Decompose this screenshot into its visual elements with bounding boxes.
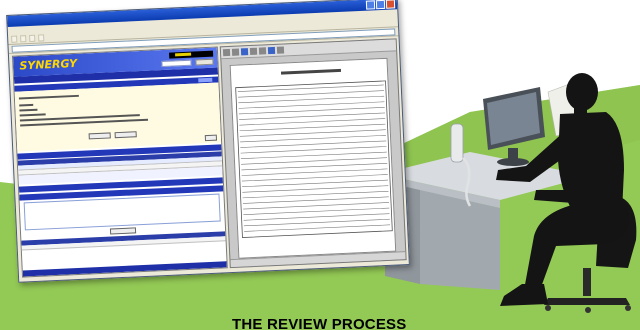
close-icon[interactable] (385, 0, 396, 9)
pdf-form-lines (235, 68, 393, 238)
form-line (238, 95, 385, 104)
form-line (241, 157, 388, 165)
pdf-viewer-pane (219, 38, 407, 269)
hand-icon[interactable] (249, 47, 258, 55)
header-search-input[interactable] (161, 59, 192, 68)
app-status-bar (22, 261, 227, 277)
form-line (242, 190, 389, 199)
synergy-app-pane: SYNERGY (11, 46, 228, 278)
form-line (239, 129, 386, 137)
form-line (237, 84, 384, 92)
header-search-button[interactable] (195, 58, 214, 66)
form-line (240, 135, 386, 143)
form-line (239, 112, 385, 120)
form-line (240, 146, 387, 154)
form-line (238, 90, 384, 98)
form-line (243, 207, 390, 215)
browser-window: SYNERGY (6, 0, 410, 283)
add-comment-button[interactable] (109, 227, 137, 235)
form-line (238, 107, 385, 115)
form-line (244, 224, 391, 232)
form-line (239, 118, 386, 126)
form-line (240, 151, 387, 160)
form-line (239, 123, 386, 132)
form-line (238, 101, 385, 109)
section-heading: THE REVIEW PROCESS (232, 316, 407, 330)
next-button[interactable] (204, 134, 218, 142)
illustration: SYNERGY THE REVIEW PROCESS (0, 0, 640, 330)
application-details (14, 82, 222, 152)
form-line (243, 213, 390, 221)
form-line (241, 168, 388, 176)
minimize-icon[interactable] (365, 0, 376, 10)
forward-button[interactable] (20, 35, 27, 43)
form-line (242, 185, 389, 193)
select-icon[interactable] (258, 47, 267, 55)
maximize-icon[interactable] (375, 0, 386, 10)
form-line (241, 174, 388, 182)
form-line (240, 140, 387, 148)
form-line (243, 202, 390, 210)
synergy-logo: SYNERGY (19, 56, 78, 73)
save-icon[interactable] (231, 48, 240, 56)
user-box (168, 50, 214, 59)
action-button[interactable] (88, 132, 111, 140)
back-button[interactable] (11, 35, 18, 43)
form-line (241, 162, 388, 171)
pdf-page (229, 57, 397, 259)
favorites-button[interactable] (38, 34, 45, 42)
search-button[interactable] (29, 34, 36, 43)
form-line (242, 179, 389, 187)
comments-grid (21, 231, 226, 251)
secondary-action-button[interactable] (114, 131, 137, 139)
page-icon[interactable] (267, 46, 276, 55)
zoom-icon[interactable] (240, 48, 249, 56)
print-icon[interactable] (222, 48, 231, 57)
rotate-icon[interactable] (276, 46, 285, 54)
form-line (243, 218, 390, 227)
form-line (242, 196, 389, 204)
